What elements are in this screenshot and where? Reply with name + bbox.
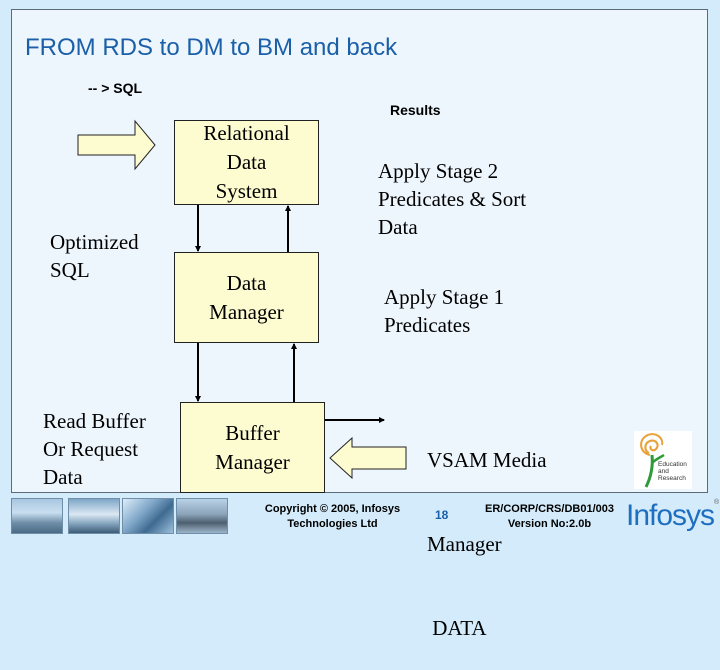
logo-text-line: Research <box>658 475 686 482</box>
stage2-line: Predicates & Sort <box>378 187 527 211</box>
logo-text-line: Education <box>658 461 687 468</box>
copyright-line: Technologies Ltd <box>287 518 378 530</box>
optimized-sql-text: Optimized SQL <box>50 228 139 284</box>
optimized-sql-line: Optimized <box>50 230 139 254</box>
optimized-sql-line: SQL <box>50 258 90 282</box>
vsam-line: Manager <box>427 532 502 556</box>
doc-version-line: Version No:2.0b <box>507 518 592 530</box>
read-buffer-line: Or Request <box>43 437 139 461</box>
read-buffer-line: Data <box>43 465 83 489</box>
copyright-line: Copyright © 2005, Infosys <box>264 503 401 515</box>
doc-id-line: ER/CORP/CRS/DB01/003 <box>485 503 614 515</box>
buffer-manager-box: Buffer Manager <box>180 402 325 493</box>
stage2-line: Data <box>378 215 418 239</box>
dm-line: Data <box>226 270 267 295</box>
registered-mark: ® <box>714 499 719 506</box>
brand-name: Infosys <box>626 499 715 532</box>
campus-photo-1 <box>11 498 63 534</box>
read-buffer-line: Read Buffer <box>43 409 146 433</box>
document-id: ER/CORP/CRS/DB01/003 Version No:2.0b <box>477 502 622 532</box>
rds-line: System <box>215 179 278 203</box>
page-number: 18 <box>435 508 449 522</box>
rds-line: Data <box>226 150 267 174</box>
sql-label: -- > SQL <box>88 80 143 96</box>
stage2-line: Apply Stage 2 <box>378 159 499 183</box>
education-research-logo: Education and Research <box>634 431 692 489</box>
bm-line: Buffer <box>225 420 280 445</box>
campus-photo-2 <box>68 498 120 534</box>
read-buffer-text: Read Buffer Or Request Data <box>43 407 146 491</box>
data-manager-box: Data Manager <box>174 252 319 343</box>
slide-title: FROM RDS to DM to BM and back <box>25 34 398 61</box>
copyright-text: Copyright © 2005, Infosys Technologies L… <box>255 502 410 532</box>
stage1-text: Apply Stage 1 Predicates <box>384 283 504 339</box>
rds-line: Relational <box>203 121 290 145</box>
dm-line: Manager <box>209 299 284 324</box>
vsam-line: DATA <box>427 616 487 640</box>
relational-data-system-box: Relational Data System <box>174 120 319 205</box>
education-research-text: Education and Research <box>658 461 687 482</box>
infosys-logo: Infosys® <box>626 499 719 533</box>
vsam-line: VSAM Media <box>427 448 547 472</box>
stage1-line: Predicates <box>384 313 471 337</box>
results-label: Results <box>390 102 441 118</box>
logo-text-line: and <box>658 468 669 475</box>
campus-photo-4 <box>176 498 228 534</box>
campus-photo-3 <box>122 498 174 534</box>
bm-line: Manager <box>215 449 290 474</box>
stage1-line: Apply Stage 1 <box>384 285 505 309</box>
stage2-text: Apply Stage 2 Predicates & Sort Data <box>378 157 526 241</box>
